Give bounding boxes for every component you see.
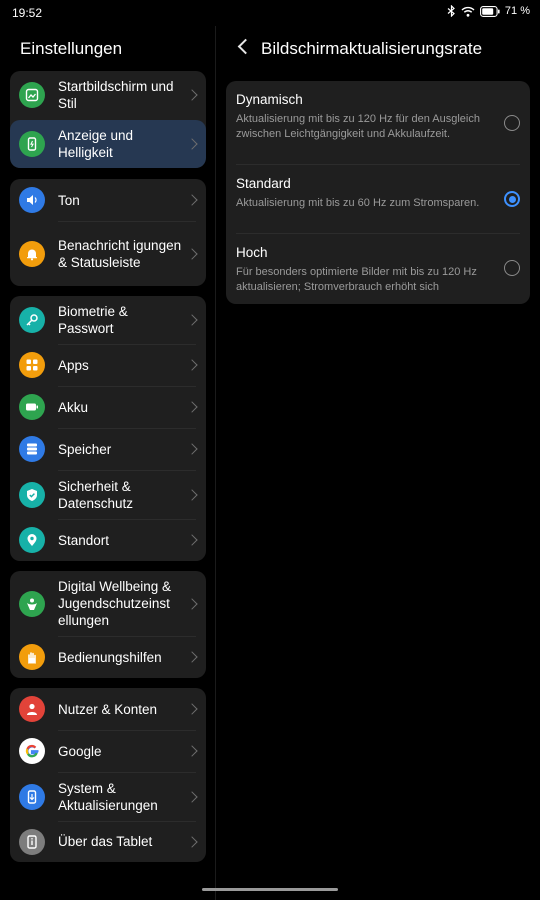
chevron-right-icon xyxy=(186,790,198,803)
status-icons: 71 % xyxy=(447,5,530,17)
chevron-right-icon xyxy=(186,443,198,455)
sidebar-item-display[interactable]: Anzeige und Helligkeit xyxy=(10,120,206,168)
sidebar-item-label: Anzeige und Helligkeit xyxy=(58,128,134,160)
sidebar-item-hand[interactable]: Bedienungshilfen xyxy=(10,636,206,678)
shield-icon xyxy=(19,481,45,508)
sidebar-item-apps[interactable]: Apps xyxy=(10,344,206,386)
chevron-right-icon xyxy=(186,89,198,101)
battery-icon xyxy=(479,5,500,17)
option-dynamisch[interactable]: Dynamisch Aktualisierung mit bis zu 120 … xyxy=(226,92,530,162)
radio-button[interactable] xyxy=(504,191,520,207)
sidebar-item-label: Apps xyxy=(58,357,89,373)
option-hoch[interactable]: Hoch Für besonders optimierte Bilder mit… xyxy=(226,245,530,293)
sidebar-item-label: Speicher xyxy=(58,441,112,457)
sidebar-item-location[interactable]: Standort xyxy=(10,519,206,561)
sidebar-item-storage[interactable]: Speicher xyxy=(10,428,206,470)
option-separator xyxy=(236,164,520,165)
settings-title: Einstellungen xyxy=(20,39,123,58)
option-description: Aktualisierung mit bis zu 120 Hz für den… xyxy=(236,113,480,140)
refresh-rate-title: Bildschirmaktualisierungsrate xyxy=(261,39,483,58)
system-update-icon xyxy=(19,783,45,810)
refresh-rate-options: Dynamisch Aktualisierung mit bis zu 120 … xyxy=(226,81,530,304)
chevron-right-icon xyxy=(186,651,198,663)
chevron-right-icon xyxy=(186,138,198,150)
sidebar-item-shield[interactable]: Sicherheit & Datenschutz xyxy=(10,470,206,519)
sidebar-item-label: Nutzer & Konten xyxy=(58,701,158,717)
wifi-icon xyxy=(461,6,475,17)
back-arrow-icon[interactable] xyxy=(237,38,254,55)
radio-button[interactable] xyxy=(504,260,520,276)
settings-group: Nutzer & Konten Google System & Aktualisie… xyxy=(10,688,206,862)
sidebar-item-label: Digital Wellbeing & Jugendschutzeinst el… xyxy=(58,579,172,628)
settings-group: Ton Benachricht igungen & Statusleiste xyxy=(10,179,206,286)
chevron-right-icon xyxy=(186,597,198,610)
speaker-icon xyxy=(19,187,45,213)
settings-group: Biometrie & Passwort Apps Akku Speicher Sich… xyxy=(10,296,206,561)
display-icon xyxy=(19,131,45,157)
user-icon xyxy=(19,696,45,722)
refresh-rate-pane: Bildschirmaktualisierungsrate Dynamisch … xyxy=(216,26,540,900)
key-icon xyxy=(19,307,45,333)
sidebar-item-label: System & Aktualisierungen xyxy=(58,780,158,813)
chevron-right-icon xyxy=(186,314,198,326)
sidebar-item-label: Sicherheit & Datenschutz xyxy=(58,478,134,511)
sidebar-item-bell[interactable]: Benachricht igungen & Statusleiste xyxy=(10,221,206,286)
option-description: Aktualisierung mit bis zu 60 Hz zum Stro… xyxy=(236,197,480,209)
google-icon xyxy=(19,738,45,764)
sidebar-item-user[interactable]: Nutzer & Konten xyxy=(10,688,206,730)
bluetooth-icon xyxy=(447,5,456,17)
chevron-right-icon xyxy=(186,703,198,715)
sidebar-item-label: Startbildschirm und Stil xyxy=(58,79,174,111)
location-icon xyxy=(19,527,45,553)
chevron-right-icon xyxy=(186,745,198,757)
sidebar-item-wellbeing[interactable]: Digital Wellbeing & Jugendschutzeinst el… xyxy=(10,571,206,636)
sidebar-item-label: Google xyxy=(58,743,102,759)
option-title: Hoch xyxy=(236,245,268,260)
sidebar-item-label: Über das Tablet xyxy=(58,834,153,849)
chevron-right-icon xyxy=(186,488,198,501)
settings-group: Digital Wellbeing & Jugendschutzeinst el… xyxy=(10,571,206,678)
option-title: Standard xyxy=(236,176,291,191)
sidebar-item-google[interactable]: Google xyxy=(10,730,206,772)
wellbeing-icon xyxy=(19,590,45,617)
option-description: Für besonders optimierte Bilder mit bis … xyxy=(236,266,477,293)
bell-icon xyxy=(19,240,45,267)
sidebar-item-label: Benachricht igungen & Statusleiste xyxy=(58,237,182,270)
battery-percent: 71 % xyxy=(504,5,530,17)
settings-group: Startbildschirm und Stil Anzeige und Hell… xyxy=(10,71,206,168)
radio-button[interactable] xyxy=(504,115,520,131)
home-indicator[interactable] xyxy=(202,888,338,891)
option-separator xyxy=(236,233,520,234)
sidebar-item-system-update[interactable]: System & Aktualisierungen xyxy=(10,772,206,821)
option-title: Dynamisch xyxy=(236,92,303,107)
chevron-right-icon xyxy=(186,835,198,848)
sidebar-item-tablet-info[interactable]: Über das Tablet xyxy=(10,821,206,862)
chevron-right-icon xyxy=(186,359,198,371)
settings-list-pane: Einstellungen Startbildschirm und Stil An… xyxy=(0,26,216,900)
chevron-right-icon xyxy=(186,194,198,206)
sidebar-item-palette[interactable]: Startbildschirm und Stil xyxy=(10,71,206,119)
chevron-right-icon xyxy=(186,247,198,260)
apps-icon xyxy=(19,352,45,378)
status-time: 19:52 xyxy=(12,6,43,20)
option-standard[interactable]: Standard Aktualisierung mit bis zu 60 Hz… xyxy=(226,176,530,224)
status-bar: 19:52 71 % xyxy=(0,0,540,26)
sidebar-item-label: Ton xyxy=(58,192,80,208)
storage-icon xyxy=(19,436,45,462)
palette-icon xyxy=(19,82,45,108)
tablet-info-icon xyxy=(19,828,45,855)
chevron-right-icon xyxy=(186,401,198,413)
hand-icon xyxy=(19,644,45,670)
sidebar-item-label: Akku xyxy=(58,399,89,415)
sidebar-item-battery[interactable]: Akku xyxy=(10,386,206,428)
chevron-right-icon xyxy=(186,534,198,546)
battery-icon xyxy=(19,394,45,420)
sidebar-item-key[interactable]: Biometrie & Passwort xyxy=(10,296,206,344)
sidebar-item-label: Biometrie & Passwort xyxy=(58,304,128,336)
sidebar-item-label: Bedienungshilfen xyxy=(58,649,162,665)
sidebar-item-label: Standort xyxy=(58,532,110,548)
sidebar-item-speaker[interactable]: Ton xyxy=(10,179,206,221)
